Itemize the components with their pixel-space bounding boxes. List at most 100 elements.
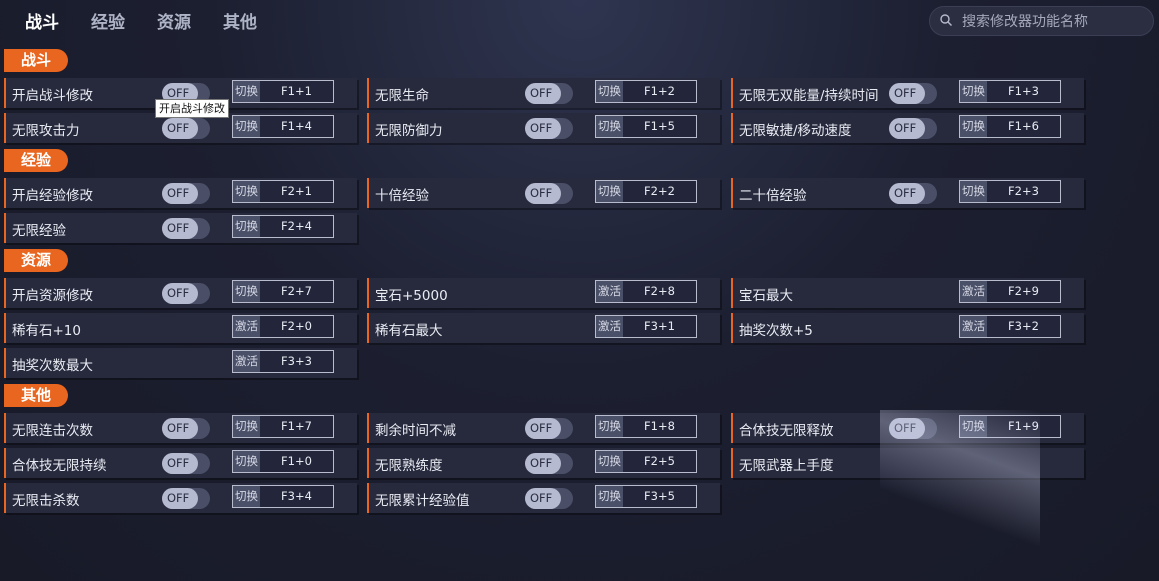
hotkey-mode: 切换 [233,486,260,507]
hotkey-combo: F1+4 [281,119,312,133]
toggle-state: OFF [894,421,917,435]
hotkey-box[interactable]: 激活 F3+1 [595,315,697,338]
hotkey-combo: F1+8 [644,419,675,433]
toggle-switch[interactable]: OFF [525,418,573,439]
cheat-row: 抽奖次数+5 激活 F3+2 [731,313,1084,343]
hotkey-mode: 切换 [960,116,987,137]
toggle-switch[interactable]: OFF [162,453,210,474]
hotkey-box[interactable]: 切换 F2+3 [959,180,1061,203]
cheat-label: 开启经验修改 [12,188,93,204]
hotkey-combo: F1+7 [281,419,312,433]
tooltip: 开启战斗修改 [155,99,229,118]
cheat-row: 无限连击次数 OFF 切换 F1+7 [4,413,357,443]
cheat-label: 抽奖次数+5 [739,323,813,339]
section-header: 经验 [4,149,68,172]
hotkey-combo: F1+2 [644,84,675,98]
toggle-state: OFF [894,186,917,200]
hotkey-box[interactable]: 切换 F1+8 [595,415,697,438]
toggle-switch[interactable]: OFF [525,83,573,104]
hotkey-combo: F3+4 [281,489,312,503]
hotkey-box[interactable]: 切换 F1+0 [232,450,334,473]
search-input[interactable] [960,10,1149,34]
hotkey-box[interactable]: 切换 F1+5 [595,115,697,138]
hotkey-box[interactable]: 切换 F2+1 [232,180,334,203]
hotkey-mode: 激活 [596,316,623,337]
toggle-state: OFF [167,121,190,135]
toggle-switch[interactable]: OFF [162,118,210,139]
toggle-switch[interactable]: OFF [525,488,573,509]
hotkey-box[interactable]: 激活 F3+2 [959,315,1061,338]
toggle-switch[interactable]: OFF [162,488,210,509]
hotkey-box[interactable]: 切换 F1+4 [232,115,334,138]
hotkey-box[interactable]: 切换 F1+9 [959,415,1061,438]
hotkey-box[interactable]: 切换 F2+7 [232,280,334,303]
cheat-label: 无限武器上手度 [739,458,834,474]
cheat-row: 宝石+5000 激活 F2+8 [367,278,720,308]
toggle-state: OFF [167,221,190,235]
hotkey-box[interactable]: 切换 F2+5 [595,450,697,473]
hotkey-combo: F3+2 [1008,319,1039,333]
toggle-switch[interactable]: OFF [162,283,210,304]
hotkey-box[interactable]: 激活 F2+9 [959,280,1061,303]
hotkey-box[interactable]: 切换 F1+1 [232,80,334,103]
cheat-row: 稀有石最大 激活 F3+1 [367,313,720,343]
toggle-state: OFF [530,421,553,435]
hotkey-mode: 切换 [596,416,623,437]
toggle-switch[interactable]: OFF [889,183,937,204]
hotkey-combo: F3+5 [644,489,675,503]
tab-other[interactable]: 其他 [223,8,257,33]
cheat-row: 无限击杀数 OFF 切换 F3+4 [4,483,357,513]
toggle-switch[interactable]: OFF [889,418,937,439]
hotkey-box[interactable]: 切换 F1+2 [595,80,697,103]
cheat-row: 无限累计经验值 OFF 切换 F3+5 [367,483,720,513]
hotkey-box[interactable]: 激活 F2+0 [232,315,334,338]
hotkey-box[interactable]: 激活 F2+8 [595,280,697,303]
hotkey-box[interactable]: 切换 F2+4 [232,215,334,238]
toggle-state: OFF [894,121,917,135]
toggle-switch[interactable]: OFF [525,183,573,204]
hotkey-box[interactable]: 切换 F3+5 [595,485,697,508]
toggle-state: OFF [167,491,190,505]
hotkey-combo: F2+9 [1008,284,1039,298]
hotkey-box[interactable]: 切换 F3+4 [232,485,334,508]
toggle-switch[interactable]: OFF [525,453,573,474]
toggle-switch[interactable]: OFF [162,183,210,204]
hotkey-combo: F2+4 [281,219,312,233]
toggle-switch[interactable]: OFF [889,118,937,139]
toggle-switch[interactable]: OFF [162,218,210,239]
hotkey-box[interactable]: 切换 F2+2 [595,180,697,203]
hotkey-mode: 切换 [596,81,623,102]
hotkey-box[interactable]: 切换 F1+7 [232,415,334,438]
toggle-state: OFF [530,186,553,200]
tab-combat[interactable]: 战斗 [25,8,59,33]
hotkey-box[interactable]: 切换 F1+6 [959,115,1061,138]
cheat-row: 宝石最大 激活 F2+9 [731,278,1084,308]
cheat-label: 合体技无限持续 [12,458,107,474]
cheat-label: 无限防御力 [375,123,443,139]
toggle-switch[interactable]: OFF [162,418,210,439]
toggle-state: OFF [894,86,917,100]
hotkey-box[interactable]: 切换 F1+3 [959,80,1061,103]
hotkey-box[interactable]: 激活 F3+3 [232,350,334,373]
cheat-row: 剩余时间不减 OFF 切换 F1+8 [367,413,720,443]
hotkey-mode: 切换 [233,216,260,237]
cheat-row: 无限武器上手度 [731,448,1084,478]
search-box[interactable] [929,6,1154,36]
hotkey-mode: 切换 [233,81,260,102]
toggle-switch[interactable]: OFF [525,118,573,139]
cheat-label: 开启战斗修改 [12,88,93,104]
toggle-switch[interactable]: OFF [889,83,937,104]
hotkey-combo: F2+0 [281,319,312,333]
toggle-state: OFF [530,86,553,100]
tab-experience[interactable]: 经验 [91,8,125,33]
hotkey-mode: 激活 [960,316,987,337]
cheat-label: 无限熟练度 [375,458,443,474]
hotkey-combo: F1+6 [1008,119,1039,133]
hotkey-combo: F2+1 [281,184,312,198]
cheat-label: 抽奖次数最大 [12,358,93,374]
cheat-label: 剩余时间不减 [375,423,456,439]
cheat-label: 无限无双能量/持续时间 [739,88,879,104]
cheat-row: 二十倍经验 OFF 切换 F2+3 [731,178,1084,208]
tab-resources[interactable]: 资源 [157,8,191,33]
hotkey-mode: 切换 [960,181,987,202]
